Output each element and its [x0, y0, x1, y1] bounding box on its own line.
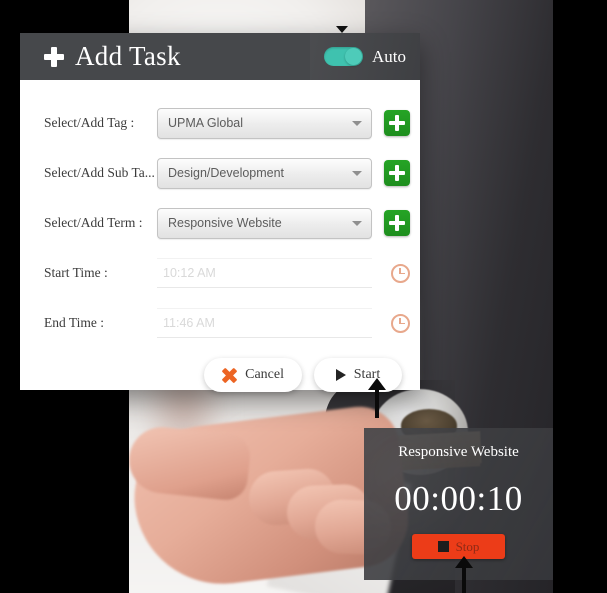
cancel-button-label: Cancel: [245, 367, 284, 382]
add-task-dialog: Add Task Auto Select/Add Tag : UPMA Glob…: [20, 33, 420, 392]
select-term[interactable]: Responsive Website: [157, 207, 372, 239]
timer-elapsed-value: 00:00:10: [394, 479, 523, 518]
field-row-term: Select/Add Term : Responsive Website: [20, 198, 420, 248]
chevron-down-icon: [336, 26, 348, 33]
dialog-body: Select/Add Tag : UPMA Global Select/Add …: [20, 80, 420, 392]
add-sub-tag-button[interactable]: [384, 160, 410, 186]
start-button[interactable]: Start: [314, 358, 402, 392]
label-end-time: End Time :: [44, 315, 105, 330]
auto-toggle-group[interactable]: Auto: [324, 47, 406, 67]
arrow-up-icon: [368, 378, 386, 418]
clock-icon[interactable]: [391, 263, 410, 283]
add-term-button[interactable]: [384, 210, 410, 236]
select-tag[interactable]: UPMA Global: [157, 107, 372, 139]
dialog-header: Add Task Auto: [20, 33, 420, 80]
select-tag-value: UPMA Global: [168, 116, 244, 130]
start-time-input[interactable]: 10:12 AM: [157, 258, 372, 288]
add-tag-button[interactable]: [384, 110, 410, 136]
field-row-sub-tag: Select/Add Sub Ta... Design/Development: [20, 148, 420, 198]
label-sub-tag: Select/Add Sub Ta...: [44, 165, 155, 180]
select-term-value: Responsive Website: [168, 216, 282, 230]
field-row-end-time: End Time : 11:46 AM: [20, 298, 420, 348]
select-sub-tag-value: Design/Development: [168, 166, 285, 180]
plus-icon: [44, 46, 64, 67]
end-time-input[interactable]: 11:46 AM: [157, 308, 372, 338]
page-title: Add Task: [75, 41, 181, 71]
label-term: Select/Add Term :: [44, 215, 143, 230]
label-tag: Select/Add Tag :: [44, 115, 135, 130]
stop-button-label: Stop: [455, 538, 480, 554]
select-sub-tag[interactable]: Design/Development: [157, 157, 372, 189]
start-time-placeholder: 10:12 AM: [163, 266, 216, 280]
arrow-up-icon: [455, 556, 473, 593]
chevron-down-icon: [352, 121, 362, 126]
stop-square-icon: [437, 541, 449, 552]
clock-icon[interactable]: [391, 313, 410, 333]
auto-toggle-label: Auto: [372, 46, 406, 66]
end-time-placeholder: 11:46 AM: [163, 316, 215, 330]
field-row-start-time: Start Time : 10:12 AM: [20, 248, 420, 298]
cancel-button[interactable]: Cancel: [204, 358, 302, 392]
chevron-down-icon: [352, 171, 362, 176]
play-icon: [335, 369, 346, 381]
dialog-actions: Cancel Start: [20, 348, 420, 392]
label-start-time: Start Time :: [44, 265, 108, 280]
toggle-knob: [345, 48, 362, 65]
close-x-icon: [222, 368, 237, 383]
field-row-tag: Select/Add Tag : UPMA Global: [20, 98, 420, 148]
auto-toggle-switch[interactable]: [324, 47, 363, 66]
timer-task-title: Responsive Website: [398, 444, 519, 460]
chevron-down-icon: [352, 221, 362, 226]
